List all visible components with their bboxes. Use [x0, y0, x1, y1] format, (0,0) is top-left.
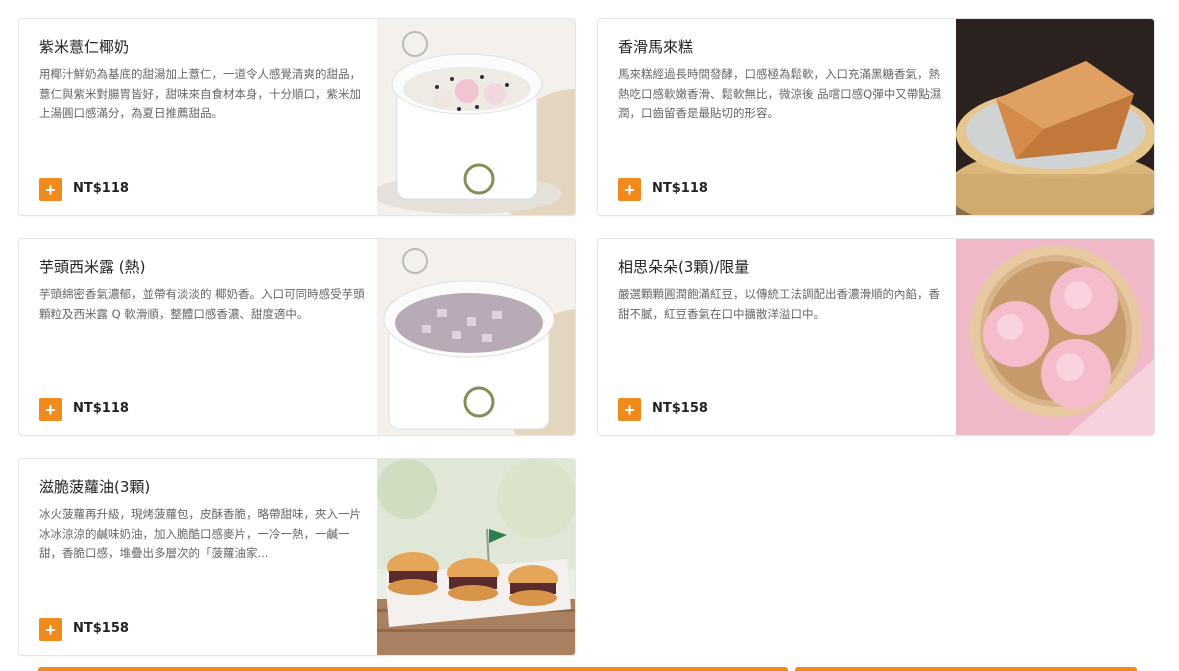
menu-item-description: 嚴選顆顆圓潤飽滿紅豆，以傳統工法調配出香濃滑順的內餡，香甜不膩，紅豆香氣在口中擴… [618, 287, 940, 321]
menu-item-image[interactable] [377, 239, 575, 435]
menu-item-description: 冰火菠蘿再升級，現烤菠蘿包，皮酥香脆，略帶甜味，夾入一片冰冰涼涼的鹹味奶油，加入… [39, 507, 361, 560]
add-to-cart-button[interactable]: + [39, 398, 62, 421]
menu-item-title: 相思朵朵(3顆)/限量 [618, 258, 750, 276]
menu-item-info: 相思朵朵(3顆)/限量 嚴選顆顆圓潤飽滿紅豆，以傳統工法調配出香濃滑順的內餡，香… [598, 239, 958, 435]
next-section-bar [795, 667, 1137, 671]
plus-icon: + [624, 179, 635, 200]
menu-item-info: 紫米薏仁椰奶 用椰汁鮮奶為基底的甜湯加上薏仁，一道令人感覺清爽的甜品，薏仁與紫米… [19, 19, 379, 215]
add-to-cart-button[interactable]: + [618, 178, 641, 201]
menu-item-price: NT$118 [73, 401, 129, 416]
menu-item-image[interactable] [956, 239, 1154, 435]
menu-item-info: 香滑馬來糕 馬來糕經過長時間發酵，口感極為鬆軟，入口充滿黑糖香氣，熱熱吃口感軟嫩… [598, 19, 958, 215]
add-to-cart-button[interactable]: + [39, 178, 62, 201]
next-section-bar [38, 667, 788, 671]
menu-item-image[interactable] [377, 19, 575, 215]
plus-icon: + [45, 179, 56, 200]
add-to-cart-button[interactable]: + [39, 618, 62, 641]
menu-item-title: 滋脆菠蘿油(3顆) [39, 478, 151, 496]
menu-item-card[interactable]: 紫米薏仁椰奶 用椰汁鮮奶為基底的甜湯加上薏仁，一道令人感覺清爽的甜品，薏仁與紫米… [18, 18, 576, 216]
menu-item-title: 芋頭西米露 (熱) [39, 258, 146, 276]
menu-item-title: 香滑馬來糕 [618, 38, 694, 56]
menu-item-description: 用椰汁鮮奶為基底的甜湯加上薏仁，一道令人感覺清爽的甜品，薏仁與紫米對腸胃皆好，甜… [39, 67, 361, 120]
plus-icon: + [45, 619, 56, 640]
plus-icon: + [45, 399, 56, 420]
menu-item-card[interactable]: 芋頭西米露 (熱) 芋頭綿密香氣濃郁，並帶有淡淡的 椰奶香。入口可同時感受芋頭顆… [18, 238, 576, 436]
add-to-cart-button[interactable]: + [618, 398, 641, 421]
menu-item-price: NT$158 [73, 621, 129, 636]
menu-item-price: NT$118 [73, 181, 129, 196]
menu-item-info: 芋頭西米露 (熱) 芋頭綿密香氣濃郁，並帶有淡淡的 椰奶香。入口可同時感受芋頭顆… [19, 239, 379, 435]
menu-item-image[interactable] [377, 459, 575, 655]
menu-item-image[interactable] [956, 19, 1154, 215]
menu-item-description: 馬來糕經過長時間發酵，口感極為鬆軟，入口充滿黑糖香氣，熱熱吃口感軟嫩香滑、鬆軟無… [618, 67, 942, 120]
menu-item-title: 紫米薏仁椰奶 [39, 38, 130, 56]
menu-item-card[interactable]: 相思朵朵(3顆)/限量 嚴選顆顆圓潤飽滿紅豆，以傳統工法調配出香濃滑順的內餡，香… [597, 238, 1155, 436]
menu-item-card[interactable]: 香滑馬來糕 馬來糕經過長時間發酵，口感極為鬆軟，入口充滿黑糖香氣，熱熱吃口感軟嫩… [597, 18, 1155, 216]
menu-item-price: NT$158 [652, 401, 708, 416]
menu-item-info: 滋脆菠蘿油(3顆) 冰火菠蘿再升級，現烤菠蘿包，皮酥香脆，略帶甜味，夾入一片冰冰… [19, 459, 379, 655]
menu-item-description: 芋頭綿密香氣濃郁，並帶有淡淡的 椰奶香。入口可同時感受芋頭顆粒及西米露 Q 軟滑… [39, 287, 365, 321]
menu-item-card[interactable]: 滋脆菠蘿油(3顆) 冰火菠蘿再升級，現烤菠蘿包，皮酥香脆，略帶甜味，夾入一片冰冰… [18, 458, 576, 656]
plus-icon: + [624, 399, 635, 420]
menu-item-price: NT$118 [652, 181, 708, 196]
